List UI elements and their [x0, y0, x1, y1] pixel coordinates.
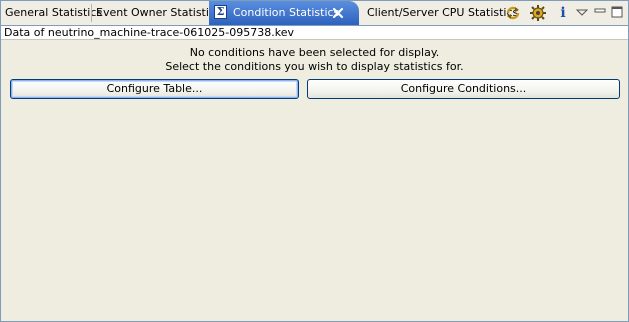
configure-conditions-button[interactable]: Configure Conditions... [307, 79, 620, 99]
tab-label: General Statistics [5, 6, 103, 19]
refresh-icon[interactable] [504, 4, 522, 22]
tab-label: Condition Statistics [233, 6, 340, 19]
info-icon[interactable]: i [554, 4, 572, 22]
configure-table-button[interactable]: Configure Table... [10, 79, 299, 99]
maximize-icon[interactable] [608, 4, 626, 22]
view-menu-icon[interactable] [573, 4, 591, 22]
sigma-icon: Σ [214, 5, 227, 19]
tab-client-server-cpu-statistics[interactable]: Client/Server CPU Statistics [361, 1, 518, 25]
tab-label: Event Owner Statistics [96, 6, 221, 19]
tab-label: Client/Server CPU Statistics [367, 6, 519, 19]
tab-condition-statistics[interactable]: Σ Condition Statistics [209, 1, 359, 25]
tab-event-owner-statistics[interactable]: Event Owner Statistics [92, 1, 221, 25]
statistics-view-window: General Statistics Event Owner Statistic… [0, 0, 629, 322]
empty-message-line-2: Select the conditions you wish to displa… [165, 60, 464, 73]
empty-message-line-1: No conditions have been selected for dis… [189, 46, 440, 59]
data-source-label: Data of neutrino_machine-trace-061025-09… [1, 26, 628, 40]
close-icon[interactable] [331, 6, 345, 20]
tab-general-statistics[interactable]: General Statistics [1, 1, 102, 25]
minimize-icon[interactable] [591, 4, 609, 22]
tab-bar: General Statistics Event Owner Statistic… [1, 1, 628, 26]
settings-gear-icon[interactable] [529, 4, 547, 22]
